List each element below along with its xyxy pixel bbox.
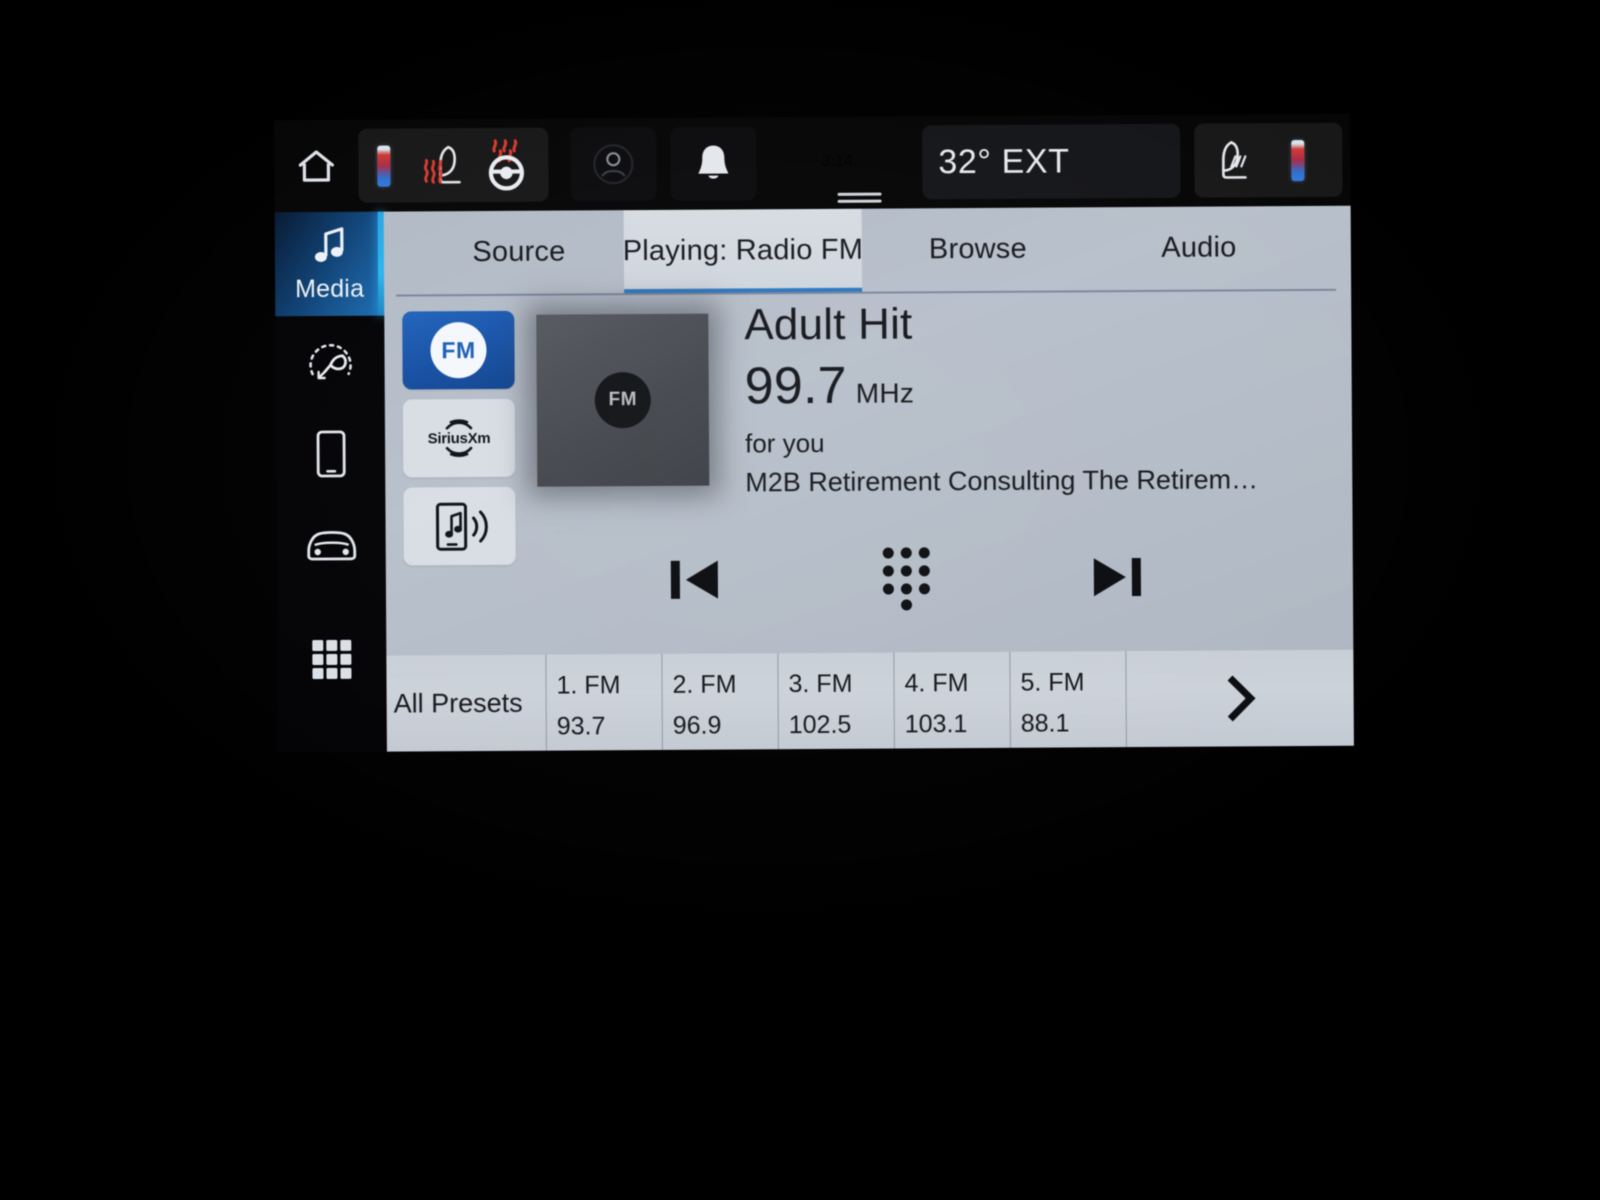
main-body: Media Source Playing: Radio FM Browse Au… [274,205,1354,753]
fm-radio-icon: FM [430,321,487,379]
clock: 3:14 [821,152,853,170]
preset-2[interactable]: 2. FM 96.9 [661,653,778,750]
radio-text: M2B Retirement Consulting The Retirem… [745,464,1259,498]
exterior-temp-value: 32° EXT [938,141,1070,181]
phone-icon [316,430,346,478]
media-panel: Source Playing: Radio FM Browse Audio FM [383,205,1354,752]
siriusxm-wordmark: SiriusXm [427,429,491,447]
driver-profile-icon[interactable] [580,140,646,188]
station-name: Adult Hit [744,299,913,350]
chevron-right-icon [1227,675,1256,722]
preset-5[interactable]: 5. FM 88.1 [1009,651,1126,748]
drawer-handle-icon[interactable] [837,192,882,205]
frequency-value: 99.7 [744,356,847,416]
preset-5-value: 88.1 [1020,709,1070,738]
tab-browse[interactable]: Browse [872,207,1085,291]
sidebar: Media [274,211,387,753]
preset-5-label: 5. FM [1020,668,1085,697]
preset-1-value: 93.7 [556,712,606,741]
preset-bar: All Presets 1. FM 93.7 2. FM 96.9 3. FM … [386,649,1354,752]
frequency-row: 99.7 MHz [745,352,1345,418]
phone-audio-icon [435,502,488,551]
preset-4[interactable]: 4. FM 103.1 [893,651,1010,749]
source-selector: FM SiriusXm [402,310,516,576]
source-button-siriusxm[interactable]: SiriusXm [402,398,516,478]
skip-next-icon[interactable] [1056,537,1176,618]
vehicle-icon [306,531,356,561]
ventilated-seat-icon[interactable] [1204,134,1266,188]
music-note-icon [314,227,343,263]
infotainment-unit: 3:14 32° EXT Media Source Playing: Radio… [274,113,1354,753]
bell-icon[interactable] [680,135,746,191]
tab-playing-radio-fm[interactable]: Playing: Radio FM [623,208,863,294]
heated-steering-wheel-icon[interactable] [474,135,538,195]
frequency-unit: MHz [855,377,915,409]
tab-source[interactable]: Source [414,210,625,294]
album-art: FM [536,313,710,487]
all-presets-button[interactable]: All Presets [386,655,546,752]
status-bar: 3:14 32° EXT [274,113,1351,213]
apps-grid-icon [311,639,351,680]
source-button-bluetooth-audio[interactable] [403,486,516,566]
tab-bar: Source Playing: Radio FM Browse Audio [384,206,1351,295]
sidebar-item-phone[interactable] [276,408,386,501]
preset-1[interactable]: 1. FM 93.7 [545,653,662,751]
siriusxm-icon: SiriusXm [413,409,505,468]
preset-4-label: 4. FM [904,669,969,698]
skip-previous-icon[interactable] [636,539,756,620]
sidebar-item-apps[interactable] [277,614,387,707]
next-presets-page-button[interactable] [1125,649,1354,748]
passenger-temperature-bar-icon[interactable] [1282,139,1312,181]
sidebar-item-label-media: Media [294,274,365,304]
home-icon[interactable] [284,134,348,198]
photographed-screen-surround: 3:14 32° EXT Media Source Playing: Radio… [0,0,1600,1200]
now-playing-info: Adult Hit 99.7 MHz for you M2B Retiremen… [744,294,1345,502]
transport-controls [636,537,1176,620]
album-art-placeholder-icon: FM [594,371,651,429]
source-button-fm[interactable]: FM [402,310,515,390]
preset-2-value: 96.9 [672,711,722,740]
preset-3-value: 102.5 [788,710,852,740]
climate-dial-icon [308,343,352,380]
sidebar-item-climate[interactable] [275,316,385,409]
preset-1-label: 1. FM [556,671,621,700]
preset-3-label: 3. FM [788,669,853,699]
direct-tune-keypad-icon[interactable] [846,538,966,619]
station-tagline: for you [744,427,825,459]
driver-temperature-bar-icon[interactable] [368,145,398,187]
heated-seat-icon[interactable] [412,139,470,193]
preset-2-label: 2. FM [672,670,737,699]
tab-audio[interactable]: Audio [1094,206,1305,290]
sidebar-item-media[interactable]: Media [274,211,385,317]
preset-4-value: 103.1 [904,710,968,739]
sidebar-item-vehicle[interactable] [276,500,386,593]
preset-3[interactable]: 3. FM 102.5 [777,652,894,750]
